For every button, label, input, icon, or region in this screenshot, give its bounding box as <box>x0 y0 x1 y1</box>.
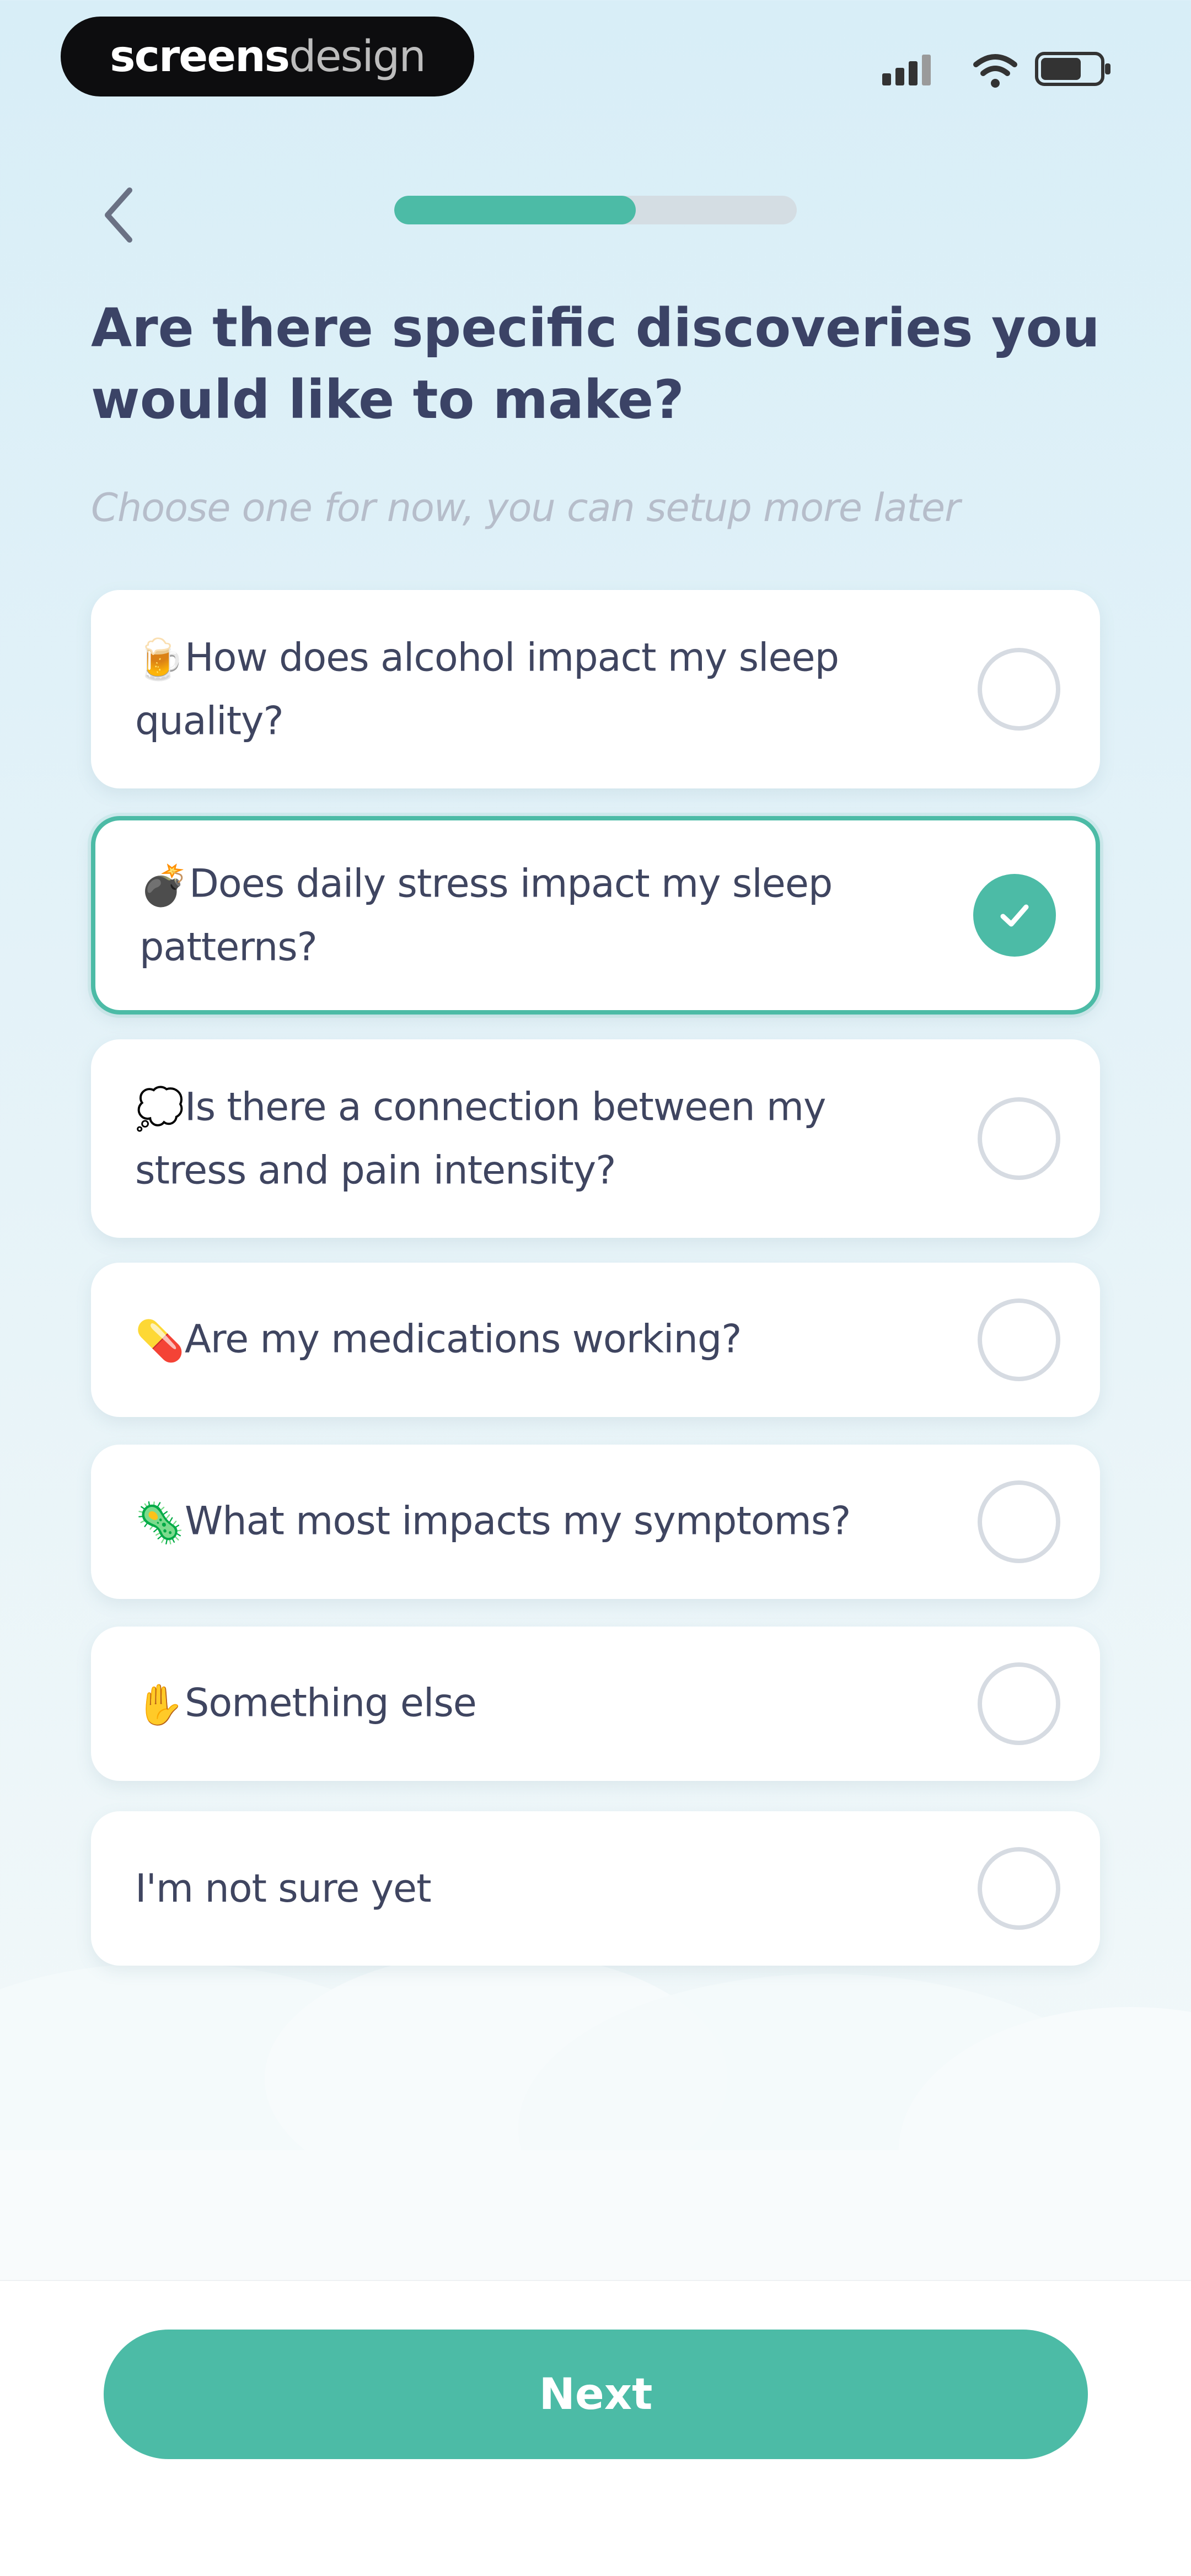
radio-button[interactable] <box>978 1480 1060 1563</box>
status-bar: screens design <box>0 0 1191 110</box>
option-label: How does alcohol impact my sleep quality… <box>135 635 839 744</box>
option-medications[interactable]: 💊Are my medications working? <box>91 1263 1100 1417</box>
signal-icon <box>882 55 931 85</box>
option-not-sure[interactable]: I'm not sure yet <box>91 1811 1100 1966</box>
brand-logo-light: design <box>289 31 426 82</box>
option-label: Are my medications working? <box>185 1316 742 1362</box>
status-icons <box>882 52 1110 88</box>
raised-hand-icon: ✋ <box>135 1681 185 1728</box>
radio-button[interactable] <box>978 648 1060 731</box>
option-label: What most impacts my symptoms? <box>185 1498 851 1544</box>
option-stress-sleep[interactable]: 💣Does daily stress impact my sleep patte… <box>91 816 1100 1015</box>
wifi-icon <box>973 54 1017 88</box>
brand-logo-strong: screens <box>110 31 290 82</box>
radio-button[interactable] <box>978 1298 1060 1381</box>
radio-button[interactable] <box>978 1097 1060 1180</box>
option-symptoms[interactable]: 🦠What most impacts my symptoms? <box>91 1445 1100 1599</box>
next-button[interactable]: Next <box>104 2330 1088 2459</box>
chevron-left-icon <box>105 187 132 243</box>
pill-icon: 💊 <box>135 1317 185 1364</box>
checkmark-icon <box>1000 904 1029 927</box>
option-label: Something else <box>185 1680 477 1726</box>
bomb-icon: 💣 <box>140 862 189 909</box>
progress-bar-fill <box>394 196 636 224</box>
thought-bubble-icon: 💭 <box>135 1085 185 1132</box>
radio-button[interactable] <box>978 1662 1060 1745</box>
brand-logo: screens design <box>61 17 474 96</box>
option-label: I'm not sure yet <box>135 1866 432 1911</box>
option-stress-pain[interactable]: 💭Is there a connection between my stress… <box>91 1039 1100 1238</box>
option-alcohol-sleep[interactable]: 🍺How does alcohol impact my sleep qualit… <box>91 590 1100 788</box>
option-label: Does daily stress impact my sleep patter… <box>140 861 833 970</box>
microbe-icon: 🦠 <box>135 1499 185 1546</box>
option-something-else[interactable]: ✋Something else <box>91 1627 1100 1781</box>
option-label: Is there a connection between my stress … <box>135 1084 826 1193</box>
beer-icon: 🍺 <box>135 636 185 683</box>
battery-icon <box>1035 52 1110 86</box>
progress-bar <box>394 196 797 224</box>
radio-button[interactable] <box>978 1847 1060 1930</box>
page-subtitle: Choose one for now, you can setup more l… <box>91 485 961 530</box>
back-button[interactable] <box>91 182 146 248</box>
page-title: Are there specific discoveries you would… <box>91 297 1100 431</box>
radio-button-checked[interactable] <box>973 874 1056 957</box>
